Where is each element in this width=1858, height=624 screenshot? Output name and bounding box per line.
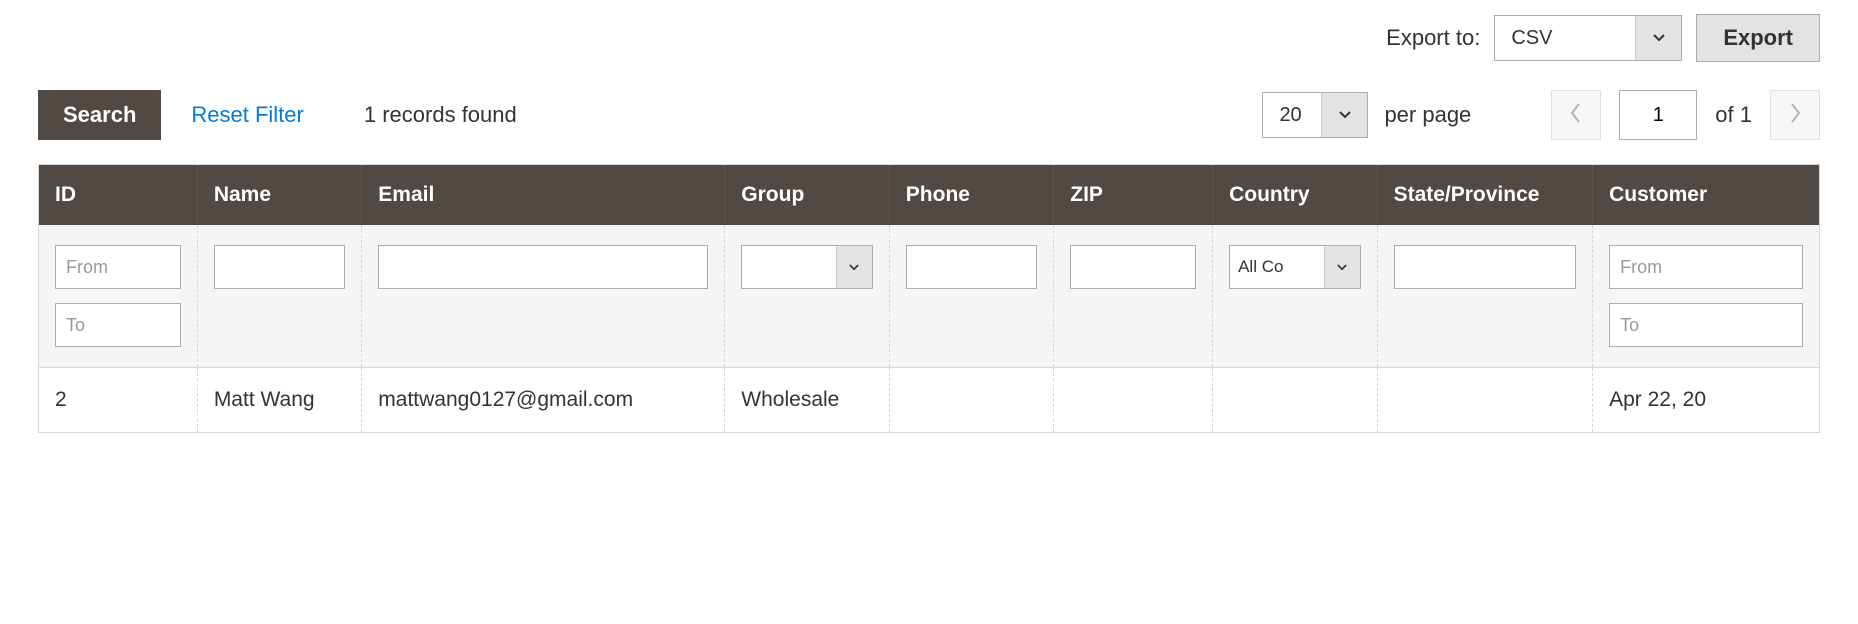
per-page-value: 20 — [1263, 93, 1321, 137]
filter-customer-to-input[interactable] — [1609, 303, 1803, 347]
chevron-down-icon — [1635, 16, 1681, 60]
records-found-text: 1 records found — [364, 102, 517, 128]
col-header-id[interactable]: ID — [39, 165, 198, 226]
filter-country-value: All Co — [1230, 246, 1323, 288]
col-header-group[interactable]: Group — [725, 165, 889, 226]
chevron-down-icon — [1321, 93, 1367, 137]
filter-id-from-input[interactable] — [55, 245, 181, 289]
cell-id: 2 — [39, 368, 198, 433]
per-page-label: per page — [1384, 102, 1471, 128]
export-format-value: CSV — [1495, 16, 1635, 60]
cell-state — [1377, 368, 1593, 433]
search-button[interactable]: Search — [38, 90, 161, 140]
filter-group-select[interactable] — [741, 245, 872, 289]
filter-group-value — [742, 246, 835, 288]
col-header-name[interactable]: Name — [197, 165, 361, 226]
next-page-button[interactable] — [1770, 90, 1820, 140]
per-page-select[interactable]: 20 — [1262, 92, 1368, 138]
col-header-email[interactable]: Email — [362, 165, 725, 226]
filter-phone-input[interactable] — [906, 245, 1037, 289]
filter-row: All Co — [39, 225, 1820, 368]
filter-country-select[interactable]: All Co — [1229, 245, 1360, 289]
col-header-zip[interactable]: ZIP — [1054, 165, 1213, 226]
col-header-state[interactable]: State/Province — [1377, 165, 1593, 226]
cell-email: mattwang0127@gmail.com — [362, 368, 725, 433]
prev-page-button[interactable] — [1551, 90, 1601, 140]
reset-filter-link[interactable]: Reset Filter — [191, 102, 303, 128]
cell-group: Wholesale — [725, 368, 889, 433]
filter-state-input[interactable] — [1394, 245, 1577, 289]
cell-name: Matt Wang — [197, 368, 361, 433]
filter-name-input[interactable] — [214, 245, 345, 289]
cell-country — [1213, 368, 1377, 433]
chevron-down-icon — [1324, 246, 1360, 288]
cell-phone — [889, 368, 1053, 433]
customer-table: ID Name Email Group Phone ZIP Country St… — [38, 164, 1820, 433]
page-of-text: of 1 — [1715, 102, 1752, 128]
col-header-phone[interactable]: Phone — [889, 165, 1053, 226]
table-row[interactable]: 2 Matt Wang mattwang0127@gmail.com Whole… — [39, 368, 1820, 433]
table-header-row: ID Name Email Group Phone ZIP Country St… — [39, 165, 1820, 226]
filter-id-to-input[interactable] — [55, 303, 181, 347]
cell-zip — [1054, 368, 1213, 433]
filter-customer-from-input[interactable] — [1609, 245, 1803, 289]
page-number-input[interactable] — [1619, 90, 1697, 140]
chevron-down-icon — [836, 246, 872, 288]
export-button[interactable]: Export — [1696, 14, 1820, 62]
col-header-country[interactable]: Country — [1213, 165, 1377, 226]
chevron-right-icon — [1788, 102, 1802, 129]
chevron-left-icon — [1569, 102, 1583, 129]
cell-customer: Apr 22, 20 — [1593, 368, 1820, 433]
export-to-label: Export to: — [1386, 25, 1480, 51]
filter-email-input[interactable] — [378, 245, 708, 289]
export-format-select[interactable]: CSV — [1494, 15, 1682, 61]
col-header-customer[interactable]: Customer — [1593, 165, 1820, 226]
filter-zip-input[interactable] — [1070, 245, 1196, 289]
